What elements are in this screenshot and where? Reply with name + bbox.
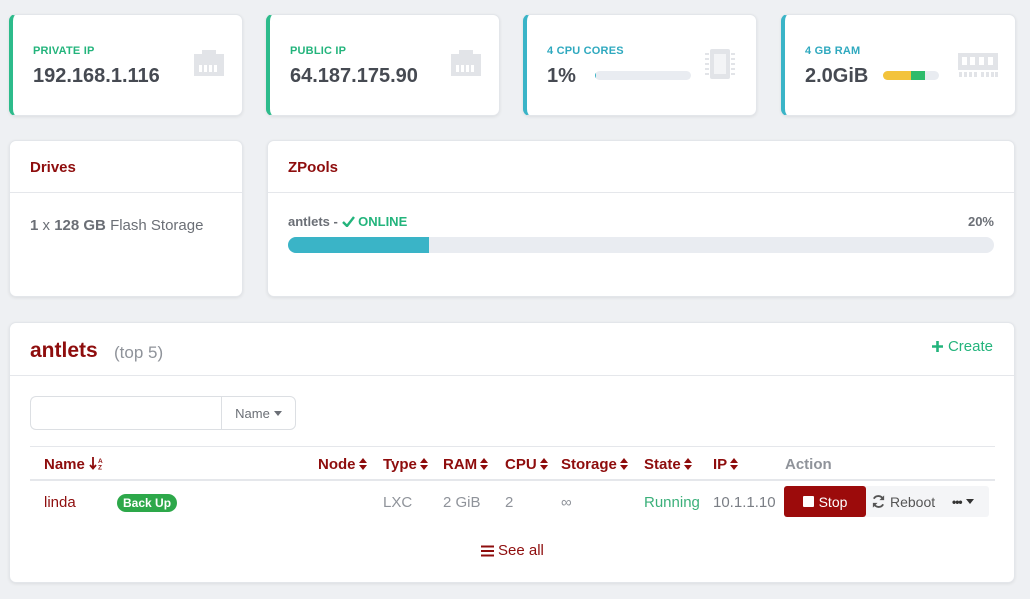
drives-count: 1: [30, 217, 39, 234]
column-header-type-label: Type: [383, 456, 417, 473]
svg-text:Z: Z: [98, 465, 102, 471]
column-header-name[interactable]: Name AZ: [44, 456, 105, 473]
ellipsis-icon: •••: [952, 494, 963, 509]
public-ip-label: PUBLIC IP: [290, 45, 347, 57]
check-icon: [341, 216, 355, 228]
antlet-ram: 2 GiB: [443, 494, 481, 511]
column-header-node[interactable]: Node: [318, 456, 367, 473]
ram-value: 2.0GiB: [805, 65, 869, 87]
column-header-node-label: Node: [318, 456, 356, 473]
stop-square-icon: [802, 496, 814, 507]
column-header-cpu[interactable]: CPU: [505, 456, 548, 473]
ethernet-port-icon: [451, 50, 481, 76]
see-all-label: See all: [498, 542, 544, 559]
create-button[interactable]: Create: [931, 338, 993, 355]
more-actions-dropdown[interactable]: •••: [952, 486, 974, 517]
reboot-button[interactable]: Reboot: [871, 486, 935, 517]
antlet-type: LXC: [383, 494, 413, 511]
ram-usage-bar: [883, 71, 939, 80]
sort-icon: [683, 458, 692, 470]
ram-cache-segment: [911, 71, 925, 80]
reboot-label: Reboot: [890, 493, 936, 510]
zpool-status: ONLINE: [358, 214, 408, 229]
private-ip-value: 192.168.1.116: [33, 65, 160, 87]
column-header-state-label: State: [644, 456, 681, 473]
column-header-name-label: Name: [44, 456, 85, 473]
antlet-ip: 10.1.1.10: [713, 494, 776, 511]
ethernet-port-icon: [194, 50, 224, 76]
backup-badge: Back Up: [117, 494, 178, 512]
public-ip-value: 64.187.175.90: [290, 65, 418, 87]
sort-alpha-asc-icon: AZ: [89, 457, 103, 472]
zpool-name: antlets: [288, 214, 330, 229]
zpool-header: antlets - ONLINE: [288, 214, 407, 229]
cpu-label: 4 CPU CORES: [547, 45, 624, 57]
ram-label: 4 GB RAM: [805, 45, 861, 57]
memory-module-icon: [958, 53, 998, 77]
plus-icon: [931, 341, 943, 352]
drives-size: 128 GB: [54, 217, 106, 234]
public-ip-card: PUBLIC IP 64.187.175.90: [266, 14, 500, 116]
column-header-storage-label: Storage: [561, 456, 617, 473]
column-header-storage[interactable]: Storage: [561, 456, 628, 473]
column-header-ip[interactable]: IP: [713, 456, 739, 473]
refresh-icon: [872, 495, 885, 508]
drives-title: Drives: [10, 141, 242, 193]
ram-used-segment: [883, 71, 911, 80]
sort-icon: [619, 458, 628, 470]
private-ip-card: PRIVATE IP 192.168.1.116: [9, 14, 243, 116]
cpu-value: 1%: [547, 65, 576, 87]
table-top-divider: [30, 446, 995, 447]
cpu-usage-bar: [595, 71, 691, 80]
cpu-chip-icon: [705, 49, 735, 79]
sort-icon: [419, 458, 428, 470]
see-all-link[interactable]: See all: [481, 542, 544, 559]
antlet-name-link[interactable]: linda: [44, 494, 76, 511]
column-header-ip-label: IP: [713, 456, 728, 473]
zpool-percent: 20%: [967, 214, 994, 229]
antlet-storage: ∞: [561, 494, 572, 511]
search-filter-dropdown[interactable]: Name: [221, 396, 296, 430]
ram-card: 4 GB RAM 2.0GiB: [781, 14, 1016, 116]
column-header-ram-label: RAM: [443, 456, 478, 473]
stop-button[interactable]: Stop: [784, 486, 866, 517]
drives-panel: Drives 1 x 128 GB Flash Storage: [9, 140, 243, 297]
create-label: Create: [947, 338, 993, 355]
drives-times: x: [42, 217, 51, 234]
column-header-ram[interactable]: RAM: [443, 456, 489, 473]
sort-icon: [480, 458, 489, 470]
caret-down-icon: [273, 410, 282, 416]
antlets-header: antlets (top 5) Create: [10, 323, 1014, 376]
private-ip-label: PRIVATE IP: [33, 45, 95, 57]
list-icon: [481, 545, 494, 556]
column-header-action: Action: [785, 456, 832, 473]
column-header-type[interactable]: Type: [383, 456, 428, 473]
column-header-state[interactable]: State: [644, 456, 692, 473]
drives-kind: Flash Storage: [110, 217, 204, 234]
column-header-cpu-label: CPU: [505, 456, 537, 473]
sort-icon: [730, 458, 739, 470]
zpool-usage-bar: [288, 237, 994, 253]
caret-down-icon: [965, 499, 974, 504]
sort-icon: [539, 458, 548, 470]
antlet-state: Running: [644, 494, 700, 511]
antlets-search-input[interactable]: [30, 396, 222, 430]
cpu-card: 4 CPU CORES 1%: [523, 14, 757, 116]
drives-summary: 1 x 128 GB Flash Storage: [30, 217, 203, 234]
zpool-usage-fill: [288, 237, 430, 253]
zpools-title: ZPools: [268, 141, 1014, 193]
stop-label: Stop: [818, 493, 848, 510]
antlets-subtitle: (top 5): [114, 343, 164, 362]
cpu-usage-fill: [595, 71, 596, 80]
antlet-cpu: 2: [505, 494, 514, 511]
search-filter-label: Name: [235, 405, 270, 421]
sort-icon: [358, 458, 367, 470]
zpools-panel: ZPools antlets - ONLINE 20%: [267, 140, 1015, 297]
zpool-separator: -: [333, 214, 338, 229]
antlets-title: antlets: [30, 339, 98, 362]
